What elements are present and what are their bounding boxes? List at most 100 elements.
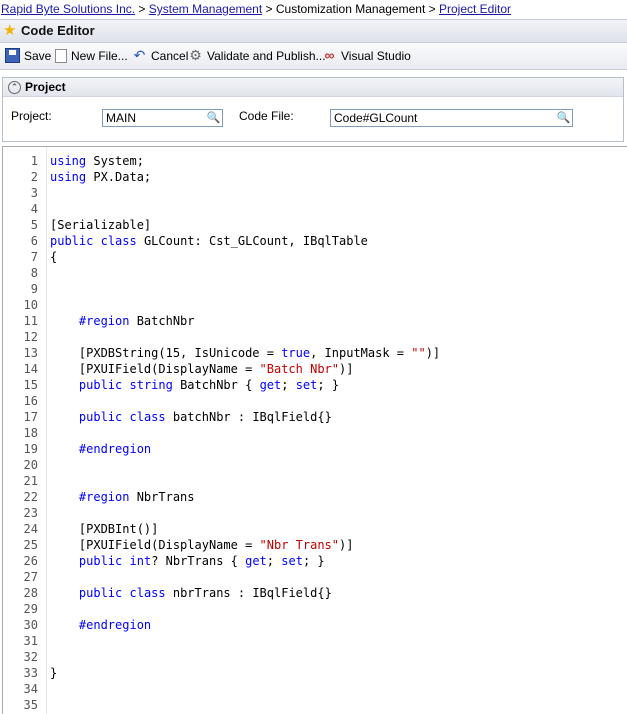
code-line[interactable]: 6 public class GLCount: Cst_GLCount, IBql… [3,233,627,249]
line-number: 33 [23,666,38,680]
code-line[interactable]: 16 [3,393,627,409]
validate-publish-button[interactable]: ⚙ Validate and Publish... [188,43,325,69]
code-text: #endregion [50,617,151,633]
code-line[interactable]: 27 [3,569,627,585]
code-line[interactable]: 31 [3,633,627,649]
code-text: #endregion [50,441,151,457]
code-line[interactable]: 13 [PXDBString(15, IsUnicode = true, Inp… [3,345,627,361]
project-panel-header[interactable]: ⌃ Project [3,78,623,97]
code-line[interactable]: 5 [Serializable] [3,217,627,233]
code-line[interactable]: 35 [3,697,627,713]
keyword-token: get [245,554,267,568]
code-text: public class nbrTrans : IBqlField{} [50,585,332,601]
code-line[interactable]: 14 [PXUIField(DisplayName = "Batch Nbr")… [3,361,627,377]
visual-studio-button[interactable]: ∞ Visual Studio [322,43,411,69]
code-line[interactable]: 8 [3,265,627,281]
keyword-token: using [50,170,87,184]
code-token: [Serializable] [50,218,152,232]
code-file-label: Code File: [239,109,294,123]
breadcrumb-project-editor-link[interactable]: Project Editor [439,2,511,16]
code-text: [PXUIField(DisplayName = "Nbr Trans")] [50,537,354,553]
keyword-token: #endregion [78,442,152,456]
code-token: )] [339,538,354,552]
code-line[interactable]: 3 [3,185,627,201]
breadcrumb-company-link[interactable]: Rapid Byte Solutions Inc. [1,2,135,16]
code-line[interactable]: 12 [3,329,627,345]
breadcrumb-system-management-link[interactable]: System Management [149,2,262,16]
lookup-icon[interactable]: 🔍 [556,111,571,125]
code-token: )] [425,346,441,360]
line-number: 3 [30,186,38,200]
code-editor[interactable]: 1 using System; 2 using PX.Data; 3 4 5 [Seriali… [2,146,627,714]
line-number: 31 [23,634,38,648]
save-button[interactable]: Save [5,43,51,69]
code-token: batchNbr : IBqlField{} [165,410,332,424]
collapse-icon[interactable]: ⌃ [8,81,21,94]
code-line[interactable]: 34 [3,681,627,697]
lookup-icon[interactable]: 🔍 [206,111,221,125]
line-number: 14 [23,362,38,376]
code-line[interactable]: 9 [3,281,627,297]
project-selector[interactable]: MAIN 🔍 [102,109,223,127]
code-line[interactable]: 24 [PXDBInt()] [3,521,627,537]
code-line[interactable]: 25 [PXUIField(DisplayName = "Nbr Trans")… [3,537,627,553]
keyword-token: class [100,234,137,248]
code-line[interactable]: 30 #endregion [3,617,627,633]
code-token: ; } [302,554,325,568]
string-token: "Nbr Trans" [259,538,339,552]
code-line[interactable]: 21 [3,473,627,489]
code-line[interactable]: 19 #endregion [3,441,627,457]
code-text: public string BatchNbr { get; set; } [50,377,339,393]
screen-title-bar: ★ Code Editor [0,19,627,43]
string-token: "" [411,346,426,360]
line-number: 2 [30,170,38,184]
line-number: 6 [30,234,38,248]
keyword-token: int [129,554,152,568]
keyword-token: #region [78,314,130,328]
code-token: ; } [317,378,340,392]
code-text: public class batchNbr : IBqlField{} [50,409,332,425]
code-line[interactable]: 23 [3,505,627,521]
code-line[interactable]: 10 [3,297,627,313]
gear-icon: ⚙ [189,47,202,64]
code-line[interactable]: 17 public class batchNbr : IBqlField{} [3,409,627,425]
project-value: MAIN [106,111,136,125]
new-file-button[interactable]: New File... [55,43,128,69]
code-line[interactable]: 22 #region NbrTrans [3,489,627,505]
undo-icon: ↶ [133,47,146,64]
line-number: 7 [30,250,38,264]
code-text: [PXDBInt()] [50,521,158,537]
code-line[interactable]: 26 public int? NbrTrans { get; set; } [3,553,627,569]
code-line[interactable]: 18 [3,425,627,441]
code-line[interactable]: 7{ [3,249,627,265]
code-line[interactable]: 11 #region BatchNbr [3,313,627,329]
favorite-star-icon[interactable]: ★ [3,23,19,39]
code-line[interactable]: 33} [3,665,627,681]
keyword-token: set [281,554,303,568]
code-line[interactable]: 28 public class nbrTrans : IBqlField{} [3,585,627,601]
code-file-selector[interactable]: Code#GLCount 🔍 [330,109,573,127]
line-number: 20 [23,458,38,472]
cancel-button[interactable]: ↶ Cancel [132,43,189,69]
code-line[interactable]: 29 [3,601,627,617]
line-number: 28 [23,586,38,600]
line-number: 22 [23,490,38,504]
code-token: } [50,666,58,680]
breadcrumb-separator: > [428,2,436,16]
code-line[interactable]: 20 [3,457,627,473]
code-line[interactable]: 2 using PX.Data; [3,169,627,185]
code-line[interactable]: 32 [3,649,627,665]
cancel-button-label: Cancel [151,49,189,63]
code-line[interactable]: 4 [3,201,627,217]
line-number: 4 [30,202,38,216]
line-number: 12 [23,330,38,344]
code-line[interactable]: 15 public string BatchNbr { get; set; } [3,377,627,393]
line-number: 19 [23,442,38,456]
line-number: 21 [23,474,38,488]
code-token: ? NbrTrans { [151,554,246,568]
code-line[interactable]: 1 using System; [3,153,627,169]
code-token: System; [86,154,144,168]
